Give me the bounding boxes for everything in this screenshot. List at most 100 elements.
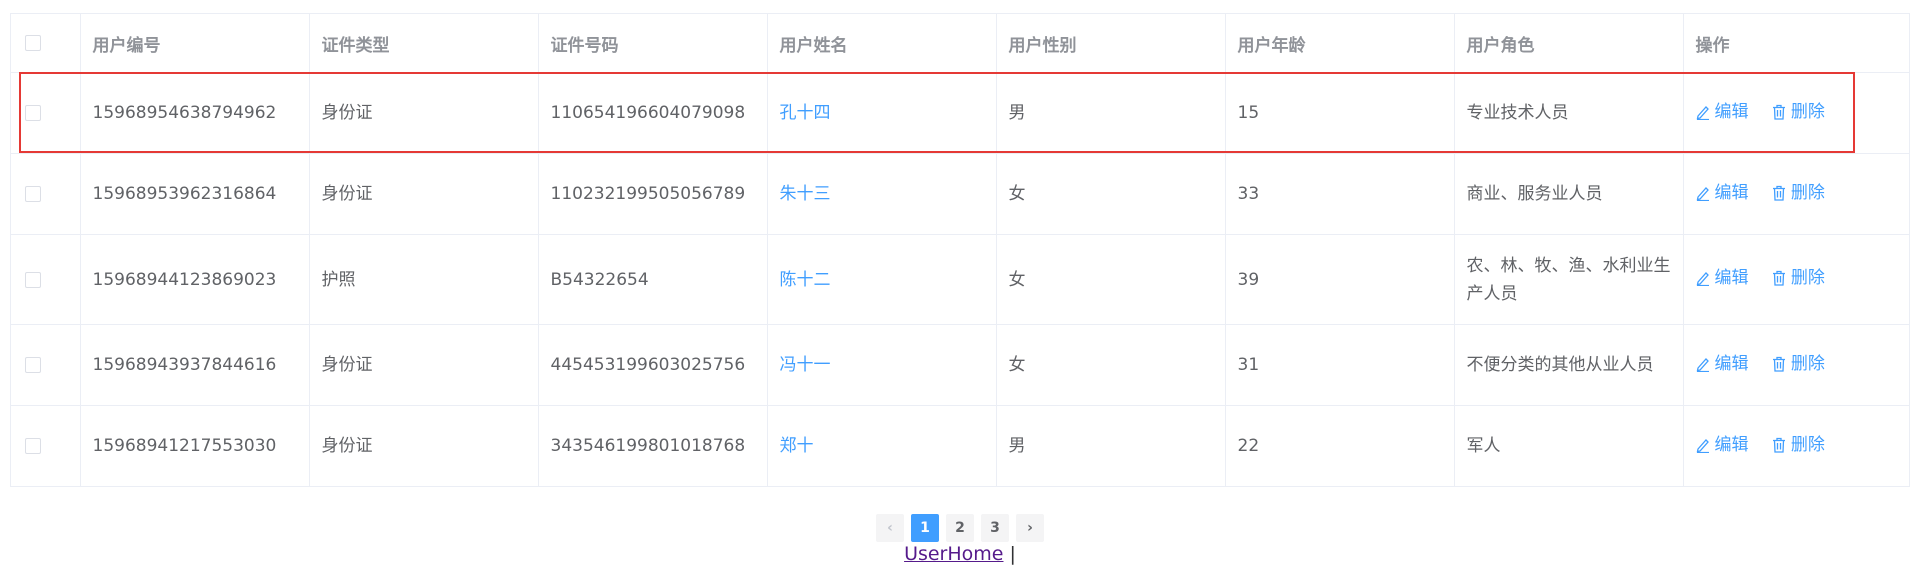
trash-icon	[1772, 356, 1785, 372]
row-checkbox[interactable]	[25, 438, 41, 454]
cell-role: 商业、服务业人员	[1454, 153, 1684, 235]
edit-label: 编辑	[1714, 353, 1749, 374]
page-2-button[interactable]: 2	[946, 514, 974, 542]
cell-cert-no: B54322654	[538, 234, 768, 325]
delete-label: 删除	[1790, 101, 1825, 122]
prev-page-button[interactable]: ‹	[876, 514, 904, 542]
delete-button[interactable]: 删除	[1772, 264, 1825, 292]
table-row: 15968943937844616 身份证 445453199603025756…	[11, 324, 1909, 406]
edit-button[interactable]: 编辑	[1696, 431, 1749, 459]
edit-button[interactable]: 编辑	[1696, 179, 1749, 207]
delete-button[interactable]: 删除	[1772, 98, 1825, 126]
cell-cert-no: 110654196604079098	[538, 72, 768, 154]
page-3-button[interactable]: 3	[981, 514, 1009, 542]
cell-age: 31	[1225, 324, 1455, 406]
edit-icon	[1696, 438, 1709, 453]
trash-icon	[1772, 437, 1785, 453]
row-checkbox[interactable]	[25, 357, 41, 373]
cell-user-name: 孔十四	[767, 72, 997, 154]
cell-role: 不便分类的其他从业人员	[1454, 324, 1684, 406]
row-checkbox-cell	[11, 72, 81, 154]
row-checkbox[interactable]	[25, 271, 41, 288]
select-all-cell	[11, 14, 81, 73]
header-cert-type[interactable]: 证件类型	[309, 14, 539, 73]
cell-gender: 男	[996, 72, 1226, 154]
cell-cert-no: 110232199505056789	[538, 153, 768, 235]
edit-icon	[1696, 186, 1709, 201]
header-user-name[interactable]: 用户姓名	[767, 14, 997, 73]
edit-label: 编辑	[1714, 182, 1749, 203]
cell-gender: 女	[996, 324, 1226, 406]
delete-button[interactable]: 删除	[1772, 350, 1825, 378]
cell-user-name: 陈十二	[767, 234, 997, 325]
user-name-link[interactable]: 孔十四	[780, 103, 831, 123]
edit-label: 编辑	[1714, 101, 1749, 122]
user-name-link[interactable]: 郑十	[780, 436, 814, 456]
delete-label: 删除	[1790, 268, 1825, 288]
cell-user-id: 15968953962316864	[80, 153, 310, 235]
delete-button[interactable]: 删除	[1772, 179, 1825, 207]
cell-gender: 女	[996, 153, 1226, 235]
cell-user-name: 冯十一	[767, 324, 997, 406]
edit-icon	[1696, 272, 1709, 286]
header-age[interactable]: 用户年龄	[1225, 14, 1455, 73]
delete-label: 删除	[1790, 434, 1825, 455]
cell-actions: 编辑 删除	[1683, 234, 1909, 325]
edit-label: 编辑	[1714, 268, 1749, 288]
header-role[interactable]: 用户角色	[1454, 14, 1684, 73]
page-1-button[interactable]: 1	[911, 514, 939, 542]
cell-user-id: 15968943937844616	[80, 324, 310, 406]
user-table: 用户编号 证件类型 证件号码 用户姓名 用户性别 用户年龄 用户角色 操作 15…	[10, 13, 1910, 487]
delete-button[interactable]: 删除	[1772, 431, 1825, 459]
cell-gender: 男	[996, 405, 1226, 487]
select-all-checkbox[interactable]	[25, 35, 41, 51]
delete-label: 删除	[1790, 182, 1825, 203]
edit-label: 编辑	[1714, 434, 1749, 455]
cell-cert-type: 身份证	[309, 72, 539, 154]
edit-button[interactable]: 编辑	[1696, 264, 1749, 292]
cell-actions: 编辑 删除	[1683, 153, 1909, 235]
cell-user-id: 15968944123869023	[80, 234, 310, 325]
row-checkbox-cell	[11, 153, 81, 235]
header-actions: 操作	[1683, 14, 1909, 73]
cell-cert-type: 身份证	[309, 153, 539, 235]
row-checkbox[interactable]	[25, 105, 41, 121]
trash-icon	[1772, 104, 1785, 120]
cell-cert-no: 445453199603025756	[538, 324, 768, 406]
cell-cert-type: 身份证	[309, 405, 539, 487]
cell-role: 专业技术人员	[1454, 72, 1684, 154]
header-cert-no[interactable]: 证件号码	[538, 14, 768, 73]
cell-actions: 编辑 删除	[1683, 324, 1909, 406]
cell-age: 39	[1225, 234, 1455, 325]
user-name-link[interactable]: 朱十三	[780, 184, 831, 204]
header-gender[interactable]: 用户性别	[996, 14, 1226, 73]
cell-age: 33	[1225, 153, 1455, 235]
edit-icon	[1696, 105, 1709, 120]
cell-role: 军人	[1454, 405, 1684, 487]
cell-cert-no: 343546199801018768	[538, 405, 768, 487]
cell-user-id: 15968954638794962	[80, 72, 310, 154]
next-page-button[interactable]: ›	[1016, 514, 1044, 542]
table-header-row: 用户编号 证件类型 证件号码 用户姓名 用户性别 用户年龄 用户角色 操作	[11, 14, 1909, 73]
cell-age: 22	[1225, 405, 1455, 487]
trash-icon	[1772, 185, 1785, 201]
row-checkbox[interactable]	[25, 186, 41, 202]
delete-label: 删除	[1790, 353, 1825, 374]
row-checkbox-cell	[11, 324, 81, 406]
row-checkbox-cell	[11, 234, 81, 325]
cell-user-name: 朱十三	[767, 153, 997, 235]
cell-cert-type: 护照	[309, 234, 539, 325]
cell-user-name: 郑十	[767, 405, 997, 487]
header-user-id[interactable]: 用户编号	[80, 14, 310, 73]
user-name-link[interactable]: 陈十二	[780, 270, 831, 290]
table-row: 15968944123869023 护照 B54322654 陈十二 女 39 …	[11, 234, 1909, 325]
user-name-link[interactable]: 冯十一	[780, 355, 831, 375]
cell-cert-type: 身份证	[309, 324, 539, 406]
cell-actions: 编辑 删除	[1683, 405, 1909, 487]
edit-button[interactable]: 编辑	[1696, 350, 1749, 378]
table-row: 15968954638794962 身份证 110654196604079098…	[11, 72, 1909, 154]
footer-separator: |	[1009, 543, 1016, 565]
footer: UserHome |	[0, 543, 1920, 565]
userhome-link[interactable]: UserHome	[904, 543, 1003, 565]
edit-button[interactable]: 编辑	[1696, 98, 1749, 126]
